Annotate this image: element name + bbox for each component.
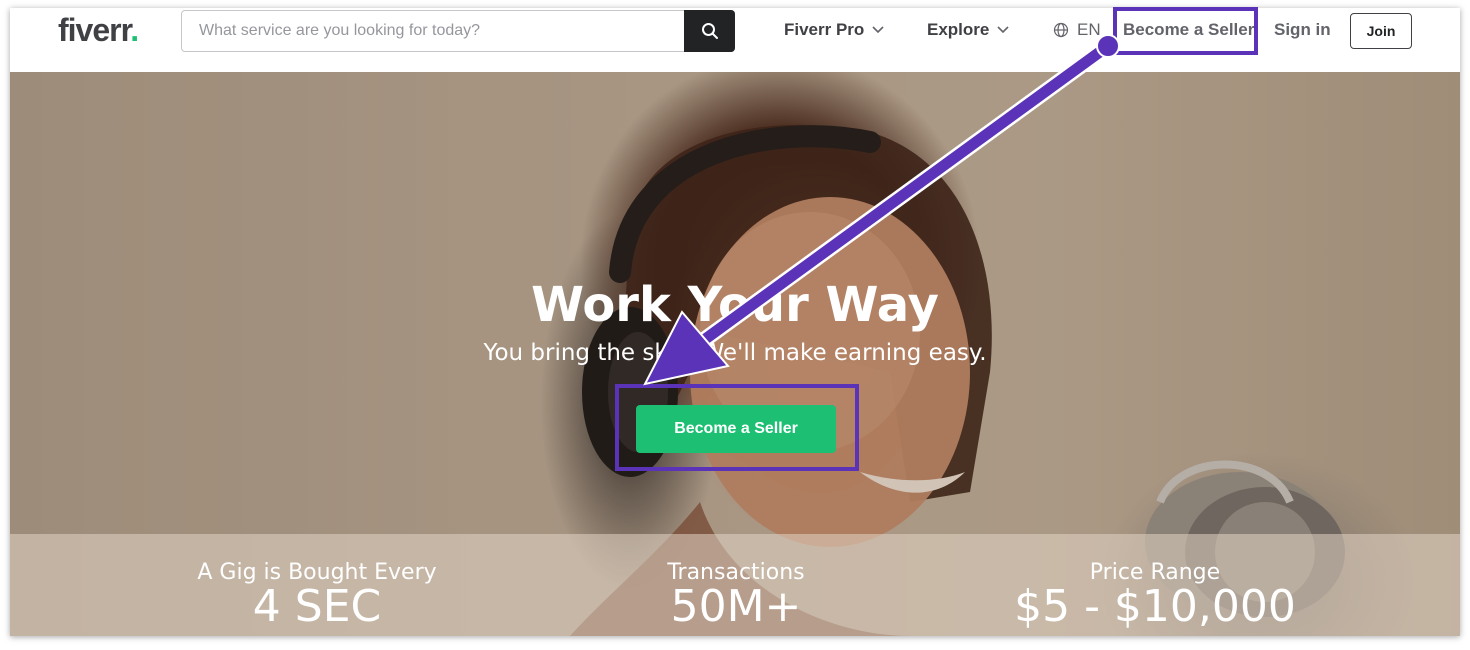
chevron-down-icon bbox=[872, 26, 884, 34]
globe-icon bbox=[1053, 22, 1069, 38]
nav-language-label: EN bbox=[1077, 20, 1101, 39]
nav-sign-in-label: Sign in bbox=[1274, 20, 1331, 39]
nav-become-seller-label: Become a Seller bbox=[1123, 20, 1255, 39]
nav-become-seller[interactable]: Become a Seller bbox=[1123, 20, 1254, 40]
become-seller-button[interactable]: Become a Seller bbox=[636, 405, 836, 453]
become-seller-button-label: Become a Seller bbox=[674, 420, 798, 437]
nav-language[interactable]: EN bbox=[1053, 20, 1101, 40]
join-button-label: Join bbox=[1366, 23, 1396, 39]
nav-fiverr-pro[interactable]: Fiverr Pro bbox=[784, 20, 884, 40]
fiverr-logo[interactable]: fiverr. bbox=[58, 12, 139, 49]
top-navbar: fiverr. Fiverr Pro Explore bbox=[10, 8, 1460, 72]
hero-section: Work Your Way You bring the skill. We'll… bbox=[10, 72, 1460, 636]
search-icon bbox=[701, 23, 718, 39]
nav-explore[interactable]: Explore bbox=[927, 20, 1009, 40]
stat-price-range: Price Range $5 - $10,000 bbox=[945, 534, 1365, 629]
chevron-down-icon bbox=[997, 26, 1009, 34]
stats-bar: A Gig is Bought Every 4 SEC Transactions… bbox=[10, 534, 1460, 636]
search-button[interactable] bbox=[684, 10, 735, 52]
join-button[interactable]: Join bbox=[1350, 13, 1412, 49]
stat-value: 4 SEC bbox=[252, 581, 382, 632]
browser-page: fiverr. Fiverr Pro Explore bbox=[10, 8, 1460, 636]
stat-transactions: Transactions 50M+ bbox=[526, 534, 946, 629]
stat-value: $5 - $10,000 bbox=[1014, 581, 1296, 632]
nav-sign-in[interactable]: Sign in bbox=[1274, 20, 1331, 40]
nav-fiverr-pro-label: Fiverr Pro bbox=[784, 20, 865, 39]
stat-gig-frequency: A Gig is Bought Every 4 SEC bbox=[107, 534, 527, 629]
nav-explore-label: Explore bbox=[927, 20, 990, 39]
search-input[interactable] bbox=[182, 11, 682, 51]
search-bar bbox=[181, 10, 735, 52]
hero-title: Work Your Way bbox=[531, 277, 939, 333]
hero-subtitle: You bring the skill. We'll make earning … bbox=[483, 340, 987, 366]
stat-value: 50M+ bbox=[670, 581, 802, 632]
